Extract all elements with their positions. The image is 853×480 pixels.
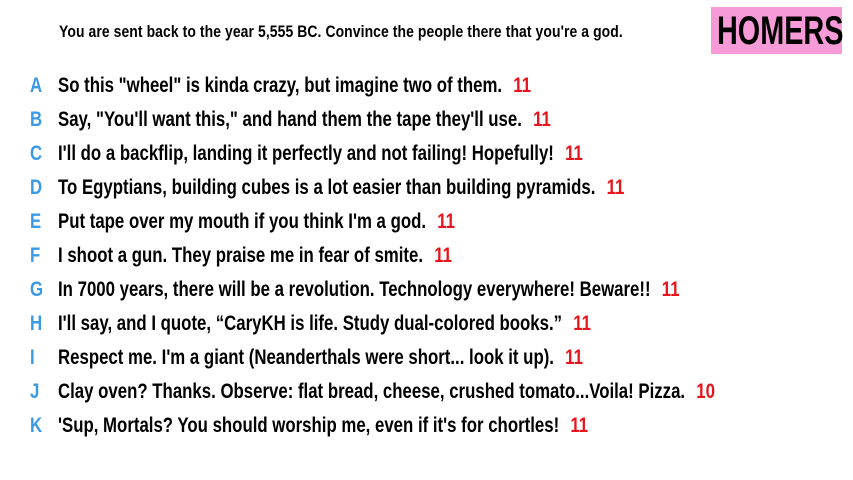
answer-text: Put tape over my mouth if you think I'm … xyxy=(58,210,427,233)
answer-row: E Put tape over my mouth if you think I'… xyxy=(0,206,853,240)
answer-line: I'll say, and I quote, “CaryKH is life. … xyxy=(58,312,591,336)
answer-score: 11 xyxy=(661,278,680,301)
prompt-text: You are sent back to the year 5,555 BC. … xyxy=(59,22,623,41)
answer-row: I Respect me. I'm a giant (Neanderthals … xyxy=(0,342,853,376)
answer-text: I shoot a gun. They praise me in fear of… xyxy=(58,244,424,267)
answer-score: 11 xyxy=(533,108,551,131)
answer-letter: B xyxy=(30,108,43,131)
answer-text: I'll do a backflip, landing it perfectly… xyxy=(58,142,554,165)
answer-score: 11 xyxy=(434,244,452,267)
answer-line: I shoot a gun. They praise me in fear of… xyxy=(58,244,452,268)
answer-text: I'll say, and I quote, “CaryKH is life. … xyxy=(58,312,563,335)
answer-row: B Say, "You'll want this," and hand them… xyxy=(0,104,853,138)
answer-letter: C xyxy=(30,142,43,165)
answer-score: 11 xyxy=(565,142,583,165)
answer-line: To Egyptians, building cubes is a lot ea… xyxy=(58,176,624,200)
answer-row: D To Egyptians, building cubes is a lot … xyxy=(0,172,853,206)
answer-letter: A xyxy=(30,74,43,97)
answer-letter: I xyxy=(30,346,35,369)
answer-letter: K xyxy=(30,414,43,437)
answer-line: 'Sup, Mortals? You should worship me, ev… xyxy=(58,414,588,438)
answer-score: 11 xyxy=(437,210,455,233)
answer-line: I'll do a backflip, landing it perfectly… xyxy=(58,142,583,166)
answer-text: In 7000 years, there will be a revolutio… xyxy=(58,278,651,301)
answer-row: A So this "wheel" is kinda crazy, but im… xyxy=(0,70,853,104)
answer-score: 11 xyxy=(565,346,583,369)
answer-line: So this "wheel" is kinda crazy, but imag… xyxy=(58,74,531,98)
answer-line: Put tape over my mouth if you think I'm … xyxy=(58,210,455,234)
answer-score: 11 xyxy=(570,414,589,437)
answer-line: Clay oven? Thanks. Observe: flat bread, … xyxy=(58,380,715,404)
answer-letter: E xyxy=(30,210,42,233)
answer-text: To Egyptians, building cubes is a lot ea… xyxy=(58,176,596,199)
answer-line: Say, "You'll want this," and hand them t… xyxy=(58,108,551,132)
answer-row: H I'll say, and I quote, “CaryKH is life… xyxy=(0,308,853,342)
answer-score: 11 xyxy=(573,312,592,335)
answer-letter: F xyxy=(30,244,41,267)
answer-text: 'Sup, Mortals? You should worship me, ev… xyxy=(58,414,560,437)
homers-badge: HOMERS xyxy=(711,7,844,54)
answer-text: So this "wheel" is kinda crazy, but imag… xyxy=(58,74,503,97)
answer-letter: D xyxy=(30,176,43,199)
answer-text: Say, "You'll want this," and hand them t… xyxy=(58,108,522,131)
answer-line: Respect me. I'm a giant (Neanderthals we… xyxy=(58,346,583,370)
answer-row: F I shoot a gun. They praise me in fear … xyxy=(0,240,853,274)
answer-letter: H xyxy=(30,312,43,335)
answer-score: 10 xyxy=(696,380,715,403)
answer-text: Respect me. I'm a giant (Neanderthals we… xyxy=(58,346,554,369)
answer-letter: G xyxy=(30,278,44,301)
answer-letter: J xyxy=(30,380,40,403)
homers-badge-label: HOMERS xyxy=(717,9,844,53)
answer-score: 11 xyxy=(513,74,532,97)
answer-row: G In 7000 years, there will be a revolut… xyxy=(0,274,853,308)
answer-row: C I'll do a backflip, landing it perfect… xyxy=(0,138,853,172)
answer-row: K 'Sup, Mortals? You should worship me, … xyxy=(0,410,853,444)
answer-row: J Clay oven? Thanks. Observe: flat bread… xyxy=(0,376,853,410)
answer-text: Clay oven? Thanks. Observe: flat bread, … xyxy=(58,380,686,403)
answer-score: 11 xyxy=(606,176,625,199)
answer-line: In 7000 years, there will be a revolutio… xyxy=(58,278,680,302)
